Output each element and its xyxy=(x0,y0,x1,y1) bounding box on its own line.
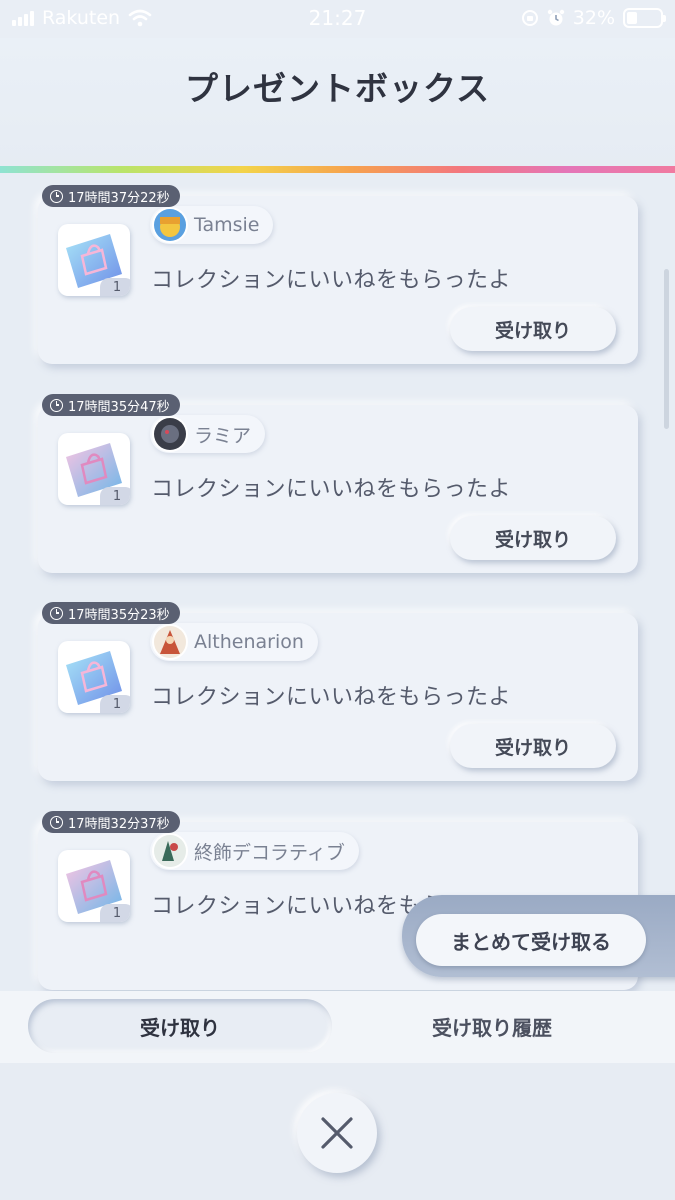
sender-chip: Althenarion xyxy=(150,623,318,661)
timer-badge: 17時間35分23秒 xyxy=(42,602,180,624)
timer-text: 17時間32分37秒 xyxy=(68,816,170,832)
timer-badge: 17時間35分47秒 xyxy=(42,394,180,416)
battery-percent: 32% xyxy=(572,7,615,29)
status-bar: Rakuten 21:27 32% xyxy=(0,0,675,38)
present-message: コレクションにいいねをもらったよ xyxy=(151,477,512,502)
sender-name: Tamsie xyxy=(194,214,260,236)
clock-icon xyxy=(50,398,63,412)
timer-badge: 17時間32分37秒 xyxy=(42,811,180,833)
present-message: コレクションにいいねをもらったよ xyxy=(151,268,512,293)
clock-icon xyxy=(50,189,63,203)
timer-text: 17時間37分22秒 xyxy=(68,190,170,206)
gift-item-thumbnail: 1 xyxy=(58,850,130,922)
avatar xyxy=(152,624,188,660)
item-quantity: 1 xyxy=(100,487,130,505)
sender-name: ラミア xyxy=(194,424,252,447)
close-icon xyxy=(321,1117,353,1149)
sender-chip: 終飾デコラティブ xyxy=(150,832,359,870)
present-message: コレクションにいいねをもらったよ xyxy=(151,685,512,710)
clock-icon xyxy=(50,606,63,620)
scrollbar[interactable] xyxy=(664,269,669,429)
timer-text: 17時間35分23秒 xyxy=(68,607,170,623)
status-right: 32% xyxy=(521,7,666,29)
timer-text: 17時間35分47秒 xyxy=(68,399,170,415)
battery-level xyxy=(627,12,638,24)
present-list[interactable]: 1 Tamsie コレクションにいいねをもらったよ 受け取り 17時間37分22… xyxy=(0,173,675,991)
sender-chip: ラミア xyxy=(150,415,266,453)
close-button[interactable] xyxy=(297,1093,377,1173)
sender-name: 終飾デコラティブ xyxy=(194,841,345,864)
receive-button[interactable]: 受け取り xyxy=(450,307,616,351)
clock-icon xyxy=(50,815,63,829)
present-card: 1 ラミア コレクションにいいねをもらったよ 受け取り xyxy=(38,405,638,573)
item-quantity: 1 xyxy=(100,278,130,296)
tab-receive[interactable]: 受け取り xyxy=(28,999,332,1053)
avatar xyxy=(152,833,188,869)
present-item: 1 Althenarion コレクションにいいねをもらったよ 受け取り 17時間… xyxy=(38,602,638,782)
receive-button[interactable]: 受け取り xyxy=(450,516,616,560)
page-title: プレゼントボックス xyxy=(184,69,490,108)
avatar xyxy=(152,416,188,452)
receive-all-button[interactable]: まとめて受け取る xyxy=(416,914,646,966)
timer-badge: 17時間37分22秒 xyxy=(42,185,180,207)
sender-name: Althenarion xyxy=(194,631,304,653)
sender-chip: Tamsie xyxy=(150,206,274,244)
gift-item-thumbnail: 1 xyxy=(58,641,130,713)
present-item: 1 ラミア コレクションにいいねをもらったよ 受け取り 17時間35分47秒 xyxy=(38,394,638,574)
present-item: 1 Tamsie コレクションにいいねをもらったよ 受け取り 17時間37分22… xyxy=(38,185,638,365)
orientation-lock-icon xyxy=(521,10,538,26)
gift-item-thumbnail: 1 xyxy=(58,224,130,296)
item-quantity: 1 xyxy=(100,904,130,922)
item-quantity: 1 xyxy=(100,695,130,713)
tab-receive-history[interactable]: 受け取り履歴 xyxy=(337,999,647,1053)
battery-icon xyxy=(623,8,666,28)
present-card: 1 Tamsie コレクションにいいねをもらったよ 受け取り xyxy=(38,196,638,364)
receive-button[interactable]: 受け取り xyxy=(450,724,616,768)
rainbow-divider xyxy=(0,166,675,173)
alarm-icon xyxy=(547,9,564,26)
tabs-bar: 受け取り 受け取り履歴 xyxy=(0,991,675,1063)
gift-item-thumbnail: 1 xyxy=(58,433,130,505)
avatar xyxy=(152,207,188,243)
present-card: 1 Althenarion コレクションにいいねをもらったよ 受け取り xyxy=(38,613,638,781)
